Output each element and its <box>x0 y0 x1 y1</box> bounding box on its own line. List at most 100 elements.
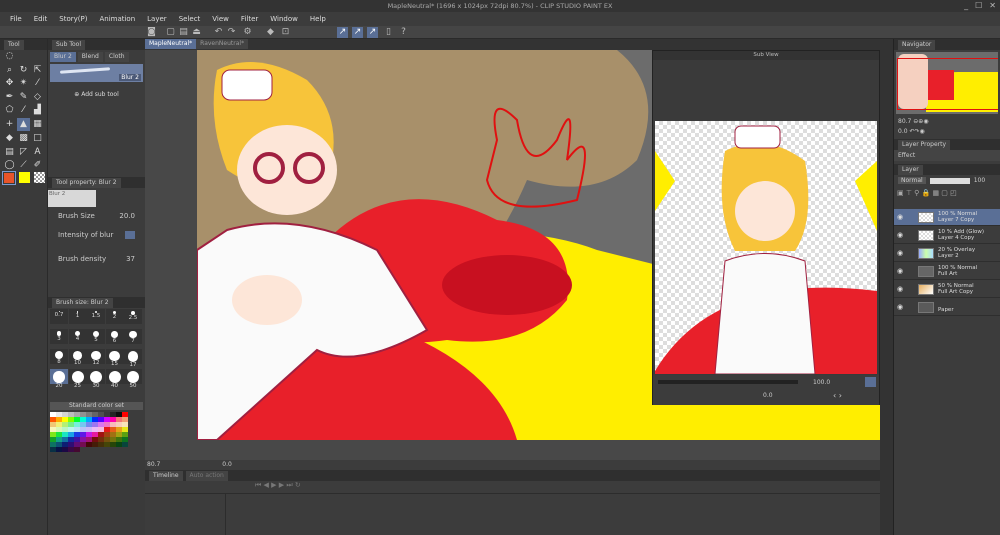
menu-filter[interactable]: Filter <box>235 15 264 23</box>
eye-icon[interactable]: ◉ <box>894 231 906 239</box>
airbrush-icon[interactable]: ⁄ <box>17 104 30 117</box>
fill-bucket-icon[interactable]: ◆ <box>3 132 16 145</box>
nav-angle[interactable]: 0.0 <box>898 128 908 135</box>
eyedropper-icon[interactable]: ⁄ <box>31 77 44 90</box>
brush-icon[interactable]: ▟ <box>31 104 44 117</box>
layer-row[interactable]: ◉ 20 % Overlay Layer 2 <box>894 245 1000 262</box>
layer-row[interactable]: ◉ 50 % Normal Full Art Copy <box>894 281 1000 298</box>
brush-size-tab[interactable]: Brush size: Blur 2 <box>52 297 113 308</box>
eye-icon[interactable]: ◉ <box>894 285 906 293</box>
prop-intensity[interactable]: Intensity of blur <box>48 223 145 247</box>
canvas-angle[interactable]: 0.0 <box>222 461 232 468</box>
device-icon[interactable]: ▯ <box>383 27 394 38</box>
correct-line-icon[interactable]: ⟋ <box>17 159 30 172</box>
tab-navigator[interactable]: Navigator <box>898 39 936 50</box>
new-file-icon[interactable]: ▢ <box>165 27 176 38</box>
menu-file[interactable]: File <box>4 15 28 23</box>
sub-color[interactable] <box>19 172 30 183</box>
help-icon[interactable]: ? <box>398 27 409 38</box>
add-sub-tool-button[interactable]: ⊕ Add sub tool <box>48 91 145 98</box>
ruler-icon[interactable]: ◸ <box>17 146 30 159</box>
group-blur2[interactable]: Blur 2 <box>50 52 76 62</box>
brush-size-item[interactable]: 50 <box>124 369 142 389</box>
brush-size-item[interactable]: 10 <box>68 349 87 366</box>
brush-size-value[interactable]: 20.0 <box>119 212 135 220</box>
brush-size-item[interactable]: 30 <box>87 369 105 389</box>
eye-icon[interactable]: ◉ <box>894 213 906 221</box>
tab-timeline[interactable]: Timeline <box>149 470 183 481</box>
brush-size-item[interactable]: 25 <box>68 369 87 389</box>
eye-icon[interactable]: ◉ <box>894 303 906 311</box>
minimize-button[interactable]: _ <box>964 0 968 12</box>
save-icon[interactable]: ⏏ <box>191 27 202 38</box>
eraser-icon[interactable]: ◇ <box>31 91 44 104</box>
dropper-icon[interactable]: ✐ <box>31 159 44 172</box>
stabilize-icon[interactable]: ↗ <box>337 27 348 38</box>
menu-select[interactable]: Select <box>173 15 207 23</box>
prev-icon[interactable]: ‹ › <box>833 391 842 400</box>
frame-icon[interactable]: ▦ <box>31 118 44 131</box>
eye-icon[interactable]: ◉ <box>894 249 906 257</box>
tab-layer-property[interactable]: Layer Property <box>898 139 951 150</box>
transform-icon[interactable]: ⊡ <box>280 27 291 38</box>
blend-mode-select[interactable]: Normal <box>898 177 926 184</box>
layer-row[interactable]: ◉ 100 % Normal Layer 7 Copy <box>894 209 1000 226</box>
tool-tab[interactable]: Tool <box>4 39 24 50</box>
menu-animation[interactable]: Animation <box>93 15 141 23</box>
brush-size-item[interactable]: 7 <box>124 329 142 344</box>
main-color[interactable] <box>2 171 16 185</box>
lasso-icon[interactable]: ◌ <box>3 50 16 63</box>
brush-size-item[interactable]: 8 <box>50 349 68 365</box>
eye-icon[interactable]: ◉ <box>894 267 906 275</box>
sub-tool-item-blur2[interactable]: Blur 2 <box>50 64 143 82</box>
gradient-icon[interactable]: ▩ <box>17 132 30 145</box>
redo-icon[interactable]: ↷ <box>226 27 237 38</box>
eyedropper-toggle-icon[interactable] <box>865 377 876 387</box>
nav-viewport[interactable] <box>897 58 998 110</box>
tab-ravenneutral[interactable]: RavenNeutral* <box>196 39 249 49</box>
menu-edit[interactable]: Edit <box>28 15 54 23</box>
tab-auto-action[interactable]: Auto action <box>185 470 228 481</box>
layer-tool-icons[interactable]: ▣ ⊤ ⚲ 🔒 ▦ ▢ ◰ <box>897 189 957 197</box>
figure-icon[interactable]: □ <box>31 132 44 145</box>
close-button[interactable]: ✕ <box>989 0 996 12</box>
navigator-preview[interactable] <box>896 52 998 114</box>
sub-view-image[interactable] <box>655 121 877 374</box>
opacity-slider[interactable] <box>929 178 970 184</box>
nav-zoom[interactable]: 80.7 <box>898 118 911 125</box>
stabilize2-icon[interactable]: ↗ <box>352 27 363 38</box>
sub-view-zoom[interactable]: 100.0 <box>813 379 830 386</box>
brush-size-item[interactable]: 40 <box>105 369 124 389</box>
pen-icon[interactable]: ✒ <box>3 91 16 104</box>
prop-brush-size[interactable]: Brush Size 20.0 <box>48 209 145 223</box>
blend-icon[interactable]: ▲ <box>17 118 30 131</box>
brush-size-item[interactable]: 0.7 <box>50 309 68 324</box>
zoom-icon[interactable]: ⌕ <box>3 64 16 77</box>
brush-size-item[interactable]: 1 <box>68 309 87 324</box>
settings-icon[interactable]: ⚙ <box>242 27 253 38</box>
group-cloth[interactable]: Cloth <box>104 52 129 62</box>
brush-size-item[interactable]: 2 <box>105 309 124 324</box>
brush-size-item[interactable]: 15 <box>105 349 124 367</box>
maximize-button[interactable]: ☐ <box>975 0 982 12</box>
menu-view[interactable]: View <box>206 15 235 23</box>
magic-wand-icon[interactable]: ✴ <box>17 77 30 90</box>
color-set-select[interactable]: Standard color set <box>50 402 143 410</box>
brush-size-item[interactable]: 1.5 <box>87 309 105 324</box>
layer-row[interactable]: ◉ Paper <box>894 299 1000 316</box>
color-swatch[interactable] <box>122 442 128 447</box>
transparent-color[interactable] <box>34 172 45 183</box>
stabilize3-icon[interactable]: ↗ <box>367 27 378 38</box>
intensity-toggle[interactable] <box>125 231 135 239</box>
effect-row[interactable]: Effect <box>894 150 1000 161</box>
opacity-value[interactable]: 100 <box>974 177 985 184</box>
text-icon[interactable]: A <box>31 146 44 159</box>
layer-row[interactable]: ◉ 10 % Add (Glow) Layer 4 Copy <box>894 227 1000 244</box>
frame-border-icon[interactable]: ▤ <box>3 146 16 159</box>
prop-brush-density[interactable]: Brush density 37 <box>48 247 145 271</box>
open-icon[interactable]: ▤ <box>178 27 189 38</box>
decoration-icon[interactable]: ⬠ <box>3 104 16 117</box>
rotate-icon[interactable]: ↻ <box>17 64 30 77</box>
brush-size-item[interactable]: 2.5 <box>124 309 142 324</box>
brush-size-item[interactable]: 17 <box>124 349 142 368</box>
